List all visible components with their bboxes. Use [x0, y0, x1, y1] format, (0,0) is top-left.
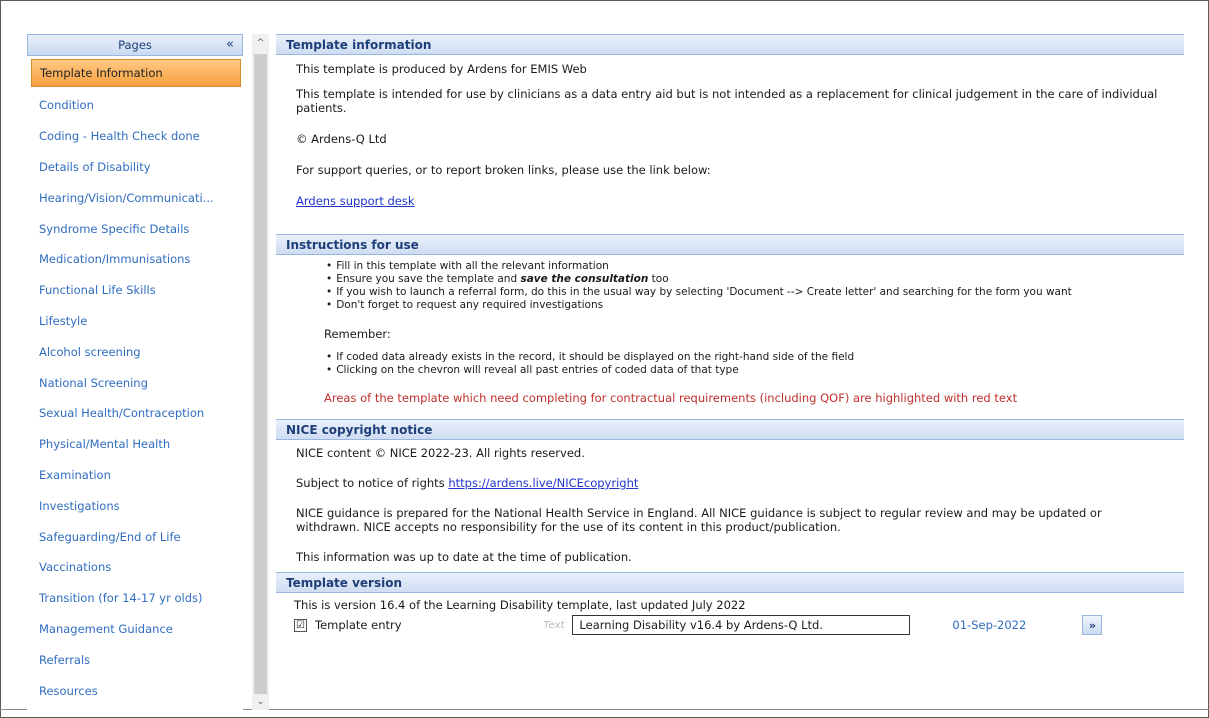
vertical-scrollbar[interactable]: ^ ⌄	[252, 34, 269, 710]
section-version: This is version 16.4 of the Learning Dis…	[276, 598, 1184, 636]
sidebar-item-resources[interactable]: Resources	[27, 675, 243, 706]
sidebar-item-details-of-disability[interactable]: Details of Disability	[27, 152, 243, 183]
sidebar-item-coding-health-check[interactable]: Coding - Health Check done	[27, 121, 243, 152]
red-text-note: Areas of the template which need complet…	[324, 391, 1018, 405]
section-nice: NICE content © NICE 2022-23. All rights …	[276, 446, 1184, 572]
section-template-information: This template is produced by Ardens for …	[276, 62, 1184, 234]
section-header-template-information: Template information	[276, 34, 1184, 55]
sidebar-item-safeguarding[interactable]: Safeguarding/End of Life	[27, 521, 243, 552]
produced-by-text: This template is produced by Ardens for …	[296, 62, 587, 76]
entry-date: 01-Sep-2022	[952, 618, 1027, 632]
sidebar-item-referrals[interactable]: Referrals	[27, 644, 243, 675]
scroll-thumb[interactable]	[254, 54, 267, 694]
sidebar-item-functional-life-skills[interactable]: Functional Life Skills	[27, 275, 243, 306]
sidebar-header: Pages «	[27, 34, 243, 56]
instructions-list: Fill in this template with all the relev…	[296, 260, 1166, 312]
section-header-instructions: Instructions for use	[276, 234, 1184, 255]
template-entry-checkbox[interactable]: ☑	[294, 618, 307, 632]
instruction-item: Ensure you save the template and save th…	[326, 273, 1166, 286]
remember-item: If coded data already exists in the reco…	[326, 351, 1166, 364]
sidebar-item-investigations[interactable]: Investigations	[27, 490, 243, 521]
sidebar-item-syndrome-specific[interactable]: Syndrome Specific Details	[27, 213, 243, 244]
sidebar-item-vaccinations[interactable]: Vaccinations	[27, 552, 243, 583]
collapse-icon[interactable]: «	[226, 37, 234, 52]
support-desk-link[interactable]: Ardens support desk	[296, 194, 415, 208]
template-entry-label: Template entry	[315, 618, 402, 632]
instruction-item: Don't forget to request any required inv…	[326, 299, 1166, 312]
nice-copyright-text: NICE content © NICE 2022-23. All rights …	[296, 446, 585, 460]
sidebar-item-condition[interactable]: Condition	[27, 90, 243, 121]
sidebar-item-transition[interactable]: Transition (for 14-17 yr olds)	[27, 583, 243, 614]
support-text: For support queries, or to report broken…	[296, 163, 711, 177]
remember-list: If coded data already exists in the reco…	[296, 351, 1166, 377]
rights-text: Subject to notice of rights	[296, 476, 449, 490]
remember-item: Clicking on the chevron will reveal all …	[326, 364, 1166, 377]
scroll-down-icon[interactable]: ⌄	[252, 693, 269, 710]
template-entry-row: ☑ Template entry Text 01-Sep-2022 »	[294, 614, 1166, 636]
instruction-item: If you wish to launch a referral form, d…	[326, 286, 1166, 299]
section-header-nice: NICE copyright notice	[276, 419, 1184, 440]
sidebar-item-examination[interactable]: Examination	[27, 460, 243, 491]
instruction-item: Fill in this template with all the relev…	[326, 260, 1166, 273]
pages-list: Template Information Condition Coding - …	[27, 56, 243, 706]
text-hint-label: Text	[543, 619, 565, 631]
section-instructions: Fill in this template with all the relev…	[276, 255, 1184, 419]
sidebar-item-national-screening[interactable]: National Screening	[27, 367, 243, 398]
sidebar-item-physical-mental-health[interactable]: Physical/Mental Health	[27, 429, 243, 460]
template-entry-input[interactable]	[572, 615, 911, 635]
disclaimer-text: This template is intended for use by cli…	[296, 87, 1158, 115]
uptodate-text: This information was up to date at the t…	[296, 550, 632, 564]
version-text: This is version 16.4 of the Learning Dis…	[294, 598, 746, 612]
sidebar-item-lifestyle[interactable]: Lifestyle	[27, 306, 243, 337]
sidebar-item-sexual-health[interactable]: Sexual Health/Contraception	[27, 398, 243, 429]
sidebar-item-template-information[interactable]: Template Information	[31, 59, 241, 87]
scroll-up-icon[interactable]: ^	[252, 34, 269, 51]
section-header-version: Template version	[276, 572, 1184, 593]
copyright-text: © Ardens-Q Ltd	[296, 132, 387, 146]
nice-guidance-text: NICE guidance is prepared for the Nation…	[296, 506, 1102, 534]
pages-sidebar: Pages « Template Information Condition C…	[27, 34, 243, 710]
template-content: Template information This template is pr…	[276, 34, 1184, 710]
expand-history-button[interactable]: »	[1082, 615, 1103, 635]
remember-label: Remember:	[324, 327, 391, 341]
nice-copyright-link[interactable]: https://ardens.live/NICEcopyright	[448, 476, 638, 490]
sidebar-item-hearing-vision[interactable]: Hearing/Vision/Communicati...	[27, 182, 243, 213]
sidebar-item-management-guidance[interactable]: Management Guidance	[27, 614, 243, 645]
sidebar-item-alcohol-screening[interactable]: Alcohol screening	[27, 336, 243, 367]
sidebar-title: Pages	[118, 38, 152, 52]
sidebar-item-medication[interactable]: Medication/Immunisations	[27, 244, 243, 275]
